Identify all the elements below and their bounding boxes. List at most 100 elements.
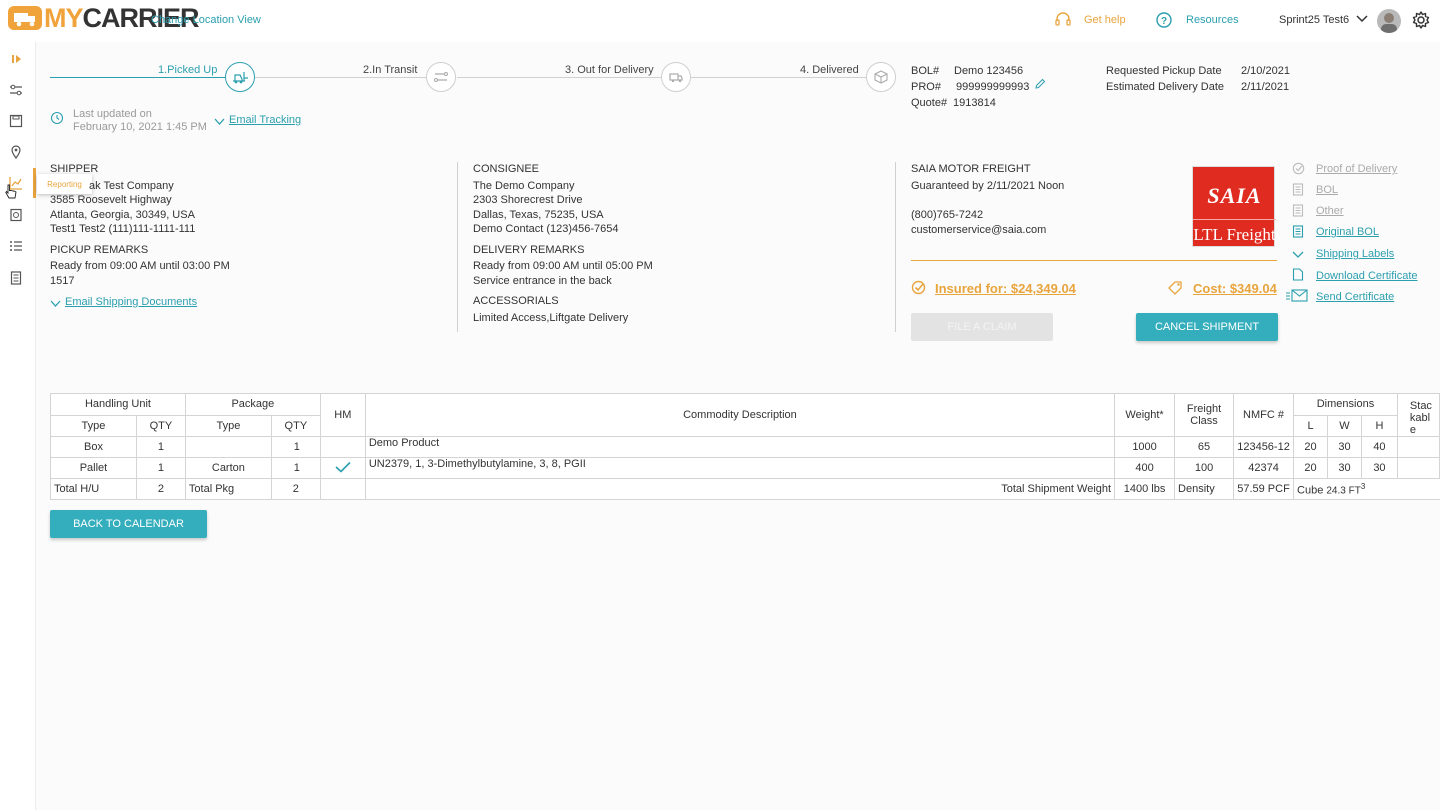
delivery-remarks-line1: Ready from 09:00 AM until 05:00 PM	[473, 260, 653, 272]
bol-doc-link[interactable]: BOL	[1316, 184, 1338, 196]
pkg-qty-cell: 1	[270, 457, 321, 479]
insured-amount[interactable]: Insured for: $24,349.04	[935, 281, 1076, 296]
gear-icon[interactable]	[1411, 10, 1431, 33]
quote-label: Quote#	[911, 97, 948, 109]
chevron-down-icon[interactable]	[1292, 250, 1304, 263]
width-header: W	[1326, 414, 1362, 437]
progress-line-complete	[50, 77, 225, 78]
check-circle-icon	[1292, 162, 1305, 175]
hu-type-cell: Box	[50, 436, 137, 458]
total-hu-value: 2	[135, 478, 186, 500]
bol-value: Demo 123456	[954, 65, 1024, 77]
chevron-down-icon[interactable]	[214, 117, 225, 129]
pickup-remarks-title: PICKUP REMARKS	[50, 243, 149, 256]
avatar[interactable]	[1377, 9, 1401, 33]
cancel-shipment-button[interactable]: CANCEL SHIPMENT	[1136, 313, 1278, 341]
carrier-guarantee: Guaranteed by 2/11/2021 Noon	[911, 179, 1065, 192]
dollar-box-icon[interactable]	[8, 207, 24, 223]
chevron-down-icon[interactable]	[1356, 14, 1368, 27]
shipper-company: ak Test Company	[89, 179, 174, 192]
step-in-transit	[426, 62, 456, 92]
divider	[457, 162, 458, 332]
class-cell: 100	[1174, 457, 1235, 479]
save-icon[interactable]	[8, 113, 24, 129]
consignee-title: CONSIGNEE	[473, 163, 540, 175]
consignee-address2: Dallas, Texas, 75235, USA	[473, 208, 604, 221]
clock-history-icon	[50, 111, 64, 128]
table-row: Pallet 1 Carton 1 UN2379, 1, 3-Dimethylb…	[50, 457, 1440, 479]
step-label-delivered: 4. Delivered	[800, 64, 859, 76]
shipping-labels-link[interactable]: Shipping Labels	[1316, 248, 1394, 260]
top-bar: MYCARRIER Change Location View Get help …	[0, 0, 1440, 42]
step-label-picked-up: 1.Picked Up	[158, 64, 218, 76]
original-bol-link[interactable]: Original BOL	[1316, 226, 1379, 238]
nmfc-header: NMFC #	[1233, 393, 1295, 437]
document-icon	[1292, 268, 1304, 281]
pencil-edit-icon[interactable]	[1034, 78, 1046, 93]
stackable-header: Stackable	[1396, 393, 1440, 437]
handling-unit-header: Handling Unit	[50, 393, 186, 416]
hand-cursor-icon	[5, 184, 17, 203]
other-doc-link[interactable]: Other	[1316, 205, 1344, 217]
description-cell: UN2379, 1, 3-Dimethylbutylamine, 3, 8, P…	[364, 457, 1116, 479]
height-cell: 30	[1360, 457, 1398, 479]
hu-type-cell: Pallet	[50, 457, 137, 479]
logo-my-text: MY	[44, 3, 83, 33]
expand-sidebar-icon[interactable]	[11, 53, 27, 69]
sliders-icon[interactable]	[8, 82, 24, 98]
carrier-section: SAIA MOTOR FREIGHT Guaranteed by 2/11/20…	[911, 162, 1064, 237]
get-help-link[interactable]: Get help	[1084, 14, 1126, 26]
nmfc-cell: 42374	[1233, 457, 1295, 479]
cube-value: 24.3 FT	[1326, 485, 1361, 497]
back-to-calendar-button[interactable]: BACK TO CALENDAR	[50, 510, 207, 538]
price-tag-icon	[1167, 280, 1184, 298]
download-certificate-link[interactable]: Download Certificate	[1316, 270, 1418, 282]
delivery-truck-icon	[669, 73, 683, 83]
route-icon	[434, 72, 448, 82]
package-header: Package	[184, 393, 321, 416]
estimated-delivery-label: Estimated Delivery Date	[1106, 81, 1224, 93]
delivery-remarks-title: DELIVERY REMARKS	[473, 243, 585, 256]
empty-cell	[319, 478, 366, 500]
chevron-down-icon[interactable]	[50, 299, 61, 311]
commodity-table: Handling Unit Package HM Commodity Descr…	[50, 393, 1440, 500]
estimated-delivery-value: 2/11/2021	[1241, 81, 1290, 93]
pro-label: PRO#	[911, 81, 941, 93]
document-icon	[1292, 225, 1304, 238]
email-shipping-documents-link[interactable]: Email Shipping Documents	[65, 296, 197, 308]
step-picked-up	[225, 62, 255, 92]
forklift-icon	[233, 72, 248, 84]
total-pkg-label: Total Pkg	[184, 478, 272, 500]
envelope-icon	[1286, 289, 1308, 305]
table-row: Box 1 1 Demo Product 1000 65 123456-12 2…	[50, 436, 1440, 458]
total-hu-label: Total H/U	[50, 478, 137, 500]
proof-of-delivery-link[interactable]: Proof of Delivery	[1316, 163, 1397, 175]
map-pin-icon[interactable]	[8, 144, 24, 160]
cube-cell: Cube 24.3 FT3	[1293, 478, 1440, 500]
headset-icon[interactable]	[1054, 11, 1072, 32]
pickup-remarks-line1: Ready from 09:00 AM until 03:00 PM	[50, 260, 230, 272]
cube-label: Cube	[1297, 484, 1324, 497]
saia-logo-subtext: LTL Freight	[1193, 225, 1276, 244]
svg-text:?: ?	[1161, 16, 1167, 27]
calculator-icon[interactable]	[8, 270, 24, 286]
carrier-email: customerservice@saia.com	[911, 223, 1047, 236]
bol-label: BOL#	[911, 65, 940, 77]
user-name[interactable]: Sprint25 Test6	[1279, 14, 1349, 26]
step-out-for-delivery	[661, 62, 691, 92]
pkg-type-cell	[184, 436, 272, 458]
consignee-contact: Demo Contact (123)456-7654	[473, 223, 619, 235]
hm-header: HM	[319, 393, 366, 437]
list-icon[interactable]	[8, 238, 24, 254]
file-claim-button[interactable]: FILE A CLAIM	[911, 313, 1053, 341]
email-tracking-link[interactable]: Email Tracking	[229, 114, 301, 126]
carrier-name: SAIA MOTOR FREIGHT	[911, 163, 1031, 175]
cost-amount[interactable]: Cost: $349.04	[1193, 281, 1277, 296]
help-circle-icon[interactable]: ?	[1155, 11, 1173, 32]
send-certificate-link[interactable]: Send Certificate	[1316, 291, 1394, 303]
class-cell: 65	[1174, 436, 1235, 458]
resources-link[interactable]: Resources	[1186, 14, 1239, 26]
pro-value: 999999999993	[956, 81, 1030, 93]
commodity-description-header: Commodity Description	[364, 393, 1116, 437]
change-location-link[interactable]: Change Location View	[151, 14, 261, 26]
